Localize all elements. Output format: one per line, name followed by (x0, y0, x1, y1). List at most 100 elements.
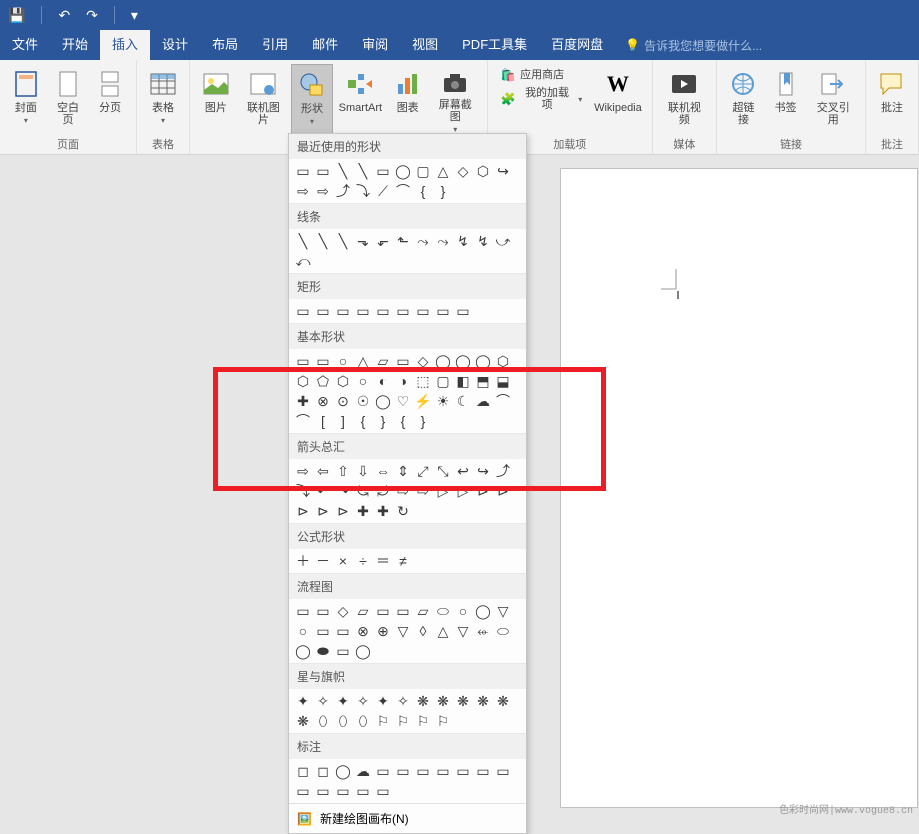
shape-option[interactable]: ⚐ (393, 711, 413, 731)
shape-option[interactable]: ☁ (353, 761, 373, 781)
shape-option[interactable]: [ (313, 411, 333, 431)
shape-option[interactable]: ◯ (353, 641, 373, 661)
shape-option[interactable]: ⬚ (413, 371, 433, 391)
shape-option[interactable]: ⬐ (373, 231, 393, 251)
shape-option[interactable]: ⊳ (493, 481, 513, 501)
shape-option[interactable]: ⤳ (413, 231, 433, 251)
new-drawing-canvas-item[interactable]: 🖼️ 新建绘图画布(N) (289, 803, 526, 833)
shape-option[interactable]: ↪ (493, 161, 513, 181)
shape-option[interactable]: ✚ (293, 391, 313, 411)
blank-page-button[interactable]: 空白页 (48, 64, 89, 136)
shape-option[interactable]: ▭ (333, 301, 353, 321)
shape-option[interactable]: ○ (353, 371, 373, 391)
comment-button[interactable]: 批注 (872, 64, 912, 136)
shape-option[interactable]: ▭ (433, 301, 453, 321)
shape-option[interactable]: ↯ (473, 231, 493, 251)
shape-option[interactable]: ✧ (353, 691, 373, 711)
shape-option[interactable]: ╲ (293, 231, 313, 251)
shape-option[interactable]: ◯ (293, 641, 313, 661)
online-pictures-button[interactable]: 联机图片 (238, 64, 290, 136)
shape-option[interactable]: ⬬ (313, 641, 333, 661)
shape-option[interactable]: ✦ (373, 691, 393, 711)
shape-option[interactable]: ▱ (373, 351, 393, 371)
shape-option[interactable]: ⇔ (373, 461, 393, 481)
shape-option[interactable]: ▭ (453, 301, 473, 321)
shape-option[interactable]: ⌒ (393, 181, 413, 201)
shape-option[interactable]: ↯ (453, 231, 473, 251)
shape-option[interactable]: ▭ (373, 601, 393, 621)
document-page[interactable] (560, 168, 918, 808)
shape-option[interactable]: ⊳ (473, 481, 493, 501)
shape-option[interactable]: ✧ (393, 691, 413, 711)
shape-option[interactable]: ❋ (473, 691, 493, 711)
shape-option[interactable]: ▭ (353, 781, 373, 801)
tab-insert[interactable]: 插入 (100, 30, 150, 60)
shape-option[interactable]: } (373, 411, 393, 431)
shape-option[interactable]: ☉ (353, 391, 373, 411)
shape-option[interactable]: ▭ (313, 621, 333, 641)
shape-option[interactable]: ⇨ (313, 181, 333, 201)
shape-option[interactable]: ⇕ (393, 461, 413, 481)
shape-option[interactable]: ♡ (393, 391, 413, 411)
shape-option[interactable]: ▭ (373, 781, 393, 801)
shape-option[interactable]: { (353, 411, 373, 431)
shape-option[interactable]: ⇨ (293, 181, 313, 201)
shape-option[interactable]: ⚡ (413, 391, 433, 411)
shape-option[interactable]: ⊗ (353, 621, 373, 641)
shape-option[interactable]: ⤢ (413, 461, 433, 481)
shape-option[interactable]: ◑ (393, 371, 413, 391)
online-video-button[interactable]: 联机视频 (659, 64, 711, 136)
pictures-button[interactable]: 图片 (196, 64, 236, 136)
tab-view[interactable]: 视图 (400, 30, 450, 60)
shape-option[interactable]: ↶ (313, 481, 333, 501)
shape-option[interactable]: ▭ (493, 761, 513, 781)
shape-option[interactable]: ◇ (413, 351, 433, 371)
shape-option[interactable]: ⟋ (373, 181, 393, 201)
shape-option[interactable]: ⚐ (413, 711, 433, 731)
shape-option[interactable]: ⇧ (333, 461, 353, 481)
shape-option[interactable]: × (333, 551, 353, 571)
shape-option[interactable]: ⤴ (493, 461, 513, 481)
shape-option[interactable]: ⤺ (293, 251, 313, 271)
shape-option[interactable]: ▭ (353, 301, 373, 321)
shape-option[interactable]: ▢ (413, 161, 433, 181)
shape-option[interactable]: ▱ (413, 601, 433, 621)
shape-option[interactable]: ◻ (313, 761, 333, 781)
shape-option[interactable]: ⬒ (473, 371, 493, 391)
shape-option[interactable]: ▽ (393, 621, 413, 641)
shape-option[interactable]: ⬯ (353, 711, 373, 731)
tab-mailings[interactable]: 邮件 (300, 30, 350, 60)
shape-option[interactable]: ☀ (433, 391, 453, 411)
shape-option[interactable]: ▭ (393, 351, 413, 371)
shape-option[interactable]: ◐ (373, 371, 393, 391)
shape-option[interactable]: ▭ (293, 781, 313, 801)
shape-option[interactable]: ▭ (413, 761, 433, 781)
my-addins-button[interactable]: 🧩 我的加载项 ▾ (494, 88, 588, 110)
shape-option[interactable]: ⬯ (313, 711, 333, 731)
shape-option[interactable]: ▷ (453, 481, 473, 501)
shape-option[interactable]: ✚ (373, 501, 393, 521)
shape-option[interactable]: ❋ (433, 691, 453, 711)
shape-option[interactable]: ◯ (373, 391, 393, 411)
cover-page-button[interactable]: 封面 ▾ (6, 64, 46, 136)
shape-option[interactable]: ○ (453, 601, 473, 621)
shape-option[interactable]: } (433, 181, 453, 201)
shape-option[interactable]: ▭ (453, 761, 473, 781)
shape-option[interactable]: ╲ (313, 231, 333, 251)
shape-option[interactable]: ⇦ (313, 461, 333, 481)
shape-option[interactable]: ▭ (373, 161, 393, 181)
shape-option[interactable]: ＝ (373, 551, 393, 571)
shape-option[interactable]: ▭ (393, 761, 413, 781)
tell-me-search[interactable]: 💡 告诉我您想要做什么... (625, 37, 762, 54)
shape-option[interactable]: ╲ (333, 161, 353, 181)
shape-option[interactable]: ○ (333, 351, 353, 371)
shape-option[interactable]: ↩ (453, 461, 473, 481)
shape-option[interactable]: ⤻ (493, 231, 513, 251)
shape-option[interactable]: ☁ (473, 391, 493, 411)
shape-option[interactable]: { (393, 411, 413, 431)
shape-option[interactable]: ▭ (313, 301, 333, 321)
shape-option[interactable]: } (413, 411, 433, 431)
shape-option[interactable]: ↷ (333, 481, 353, 501)
shape-option[interactable]: ▭ (313, 601, 333, 621)
shape-option[interactable]: ▱ (353, 601, 373, 621)
